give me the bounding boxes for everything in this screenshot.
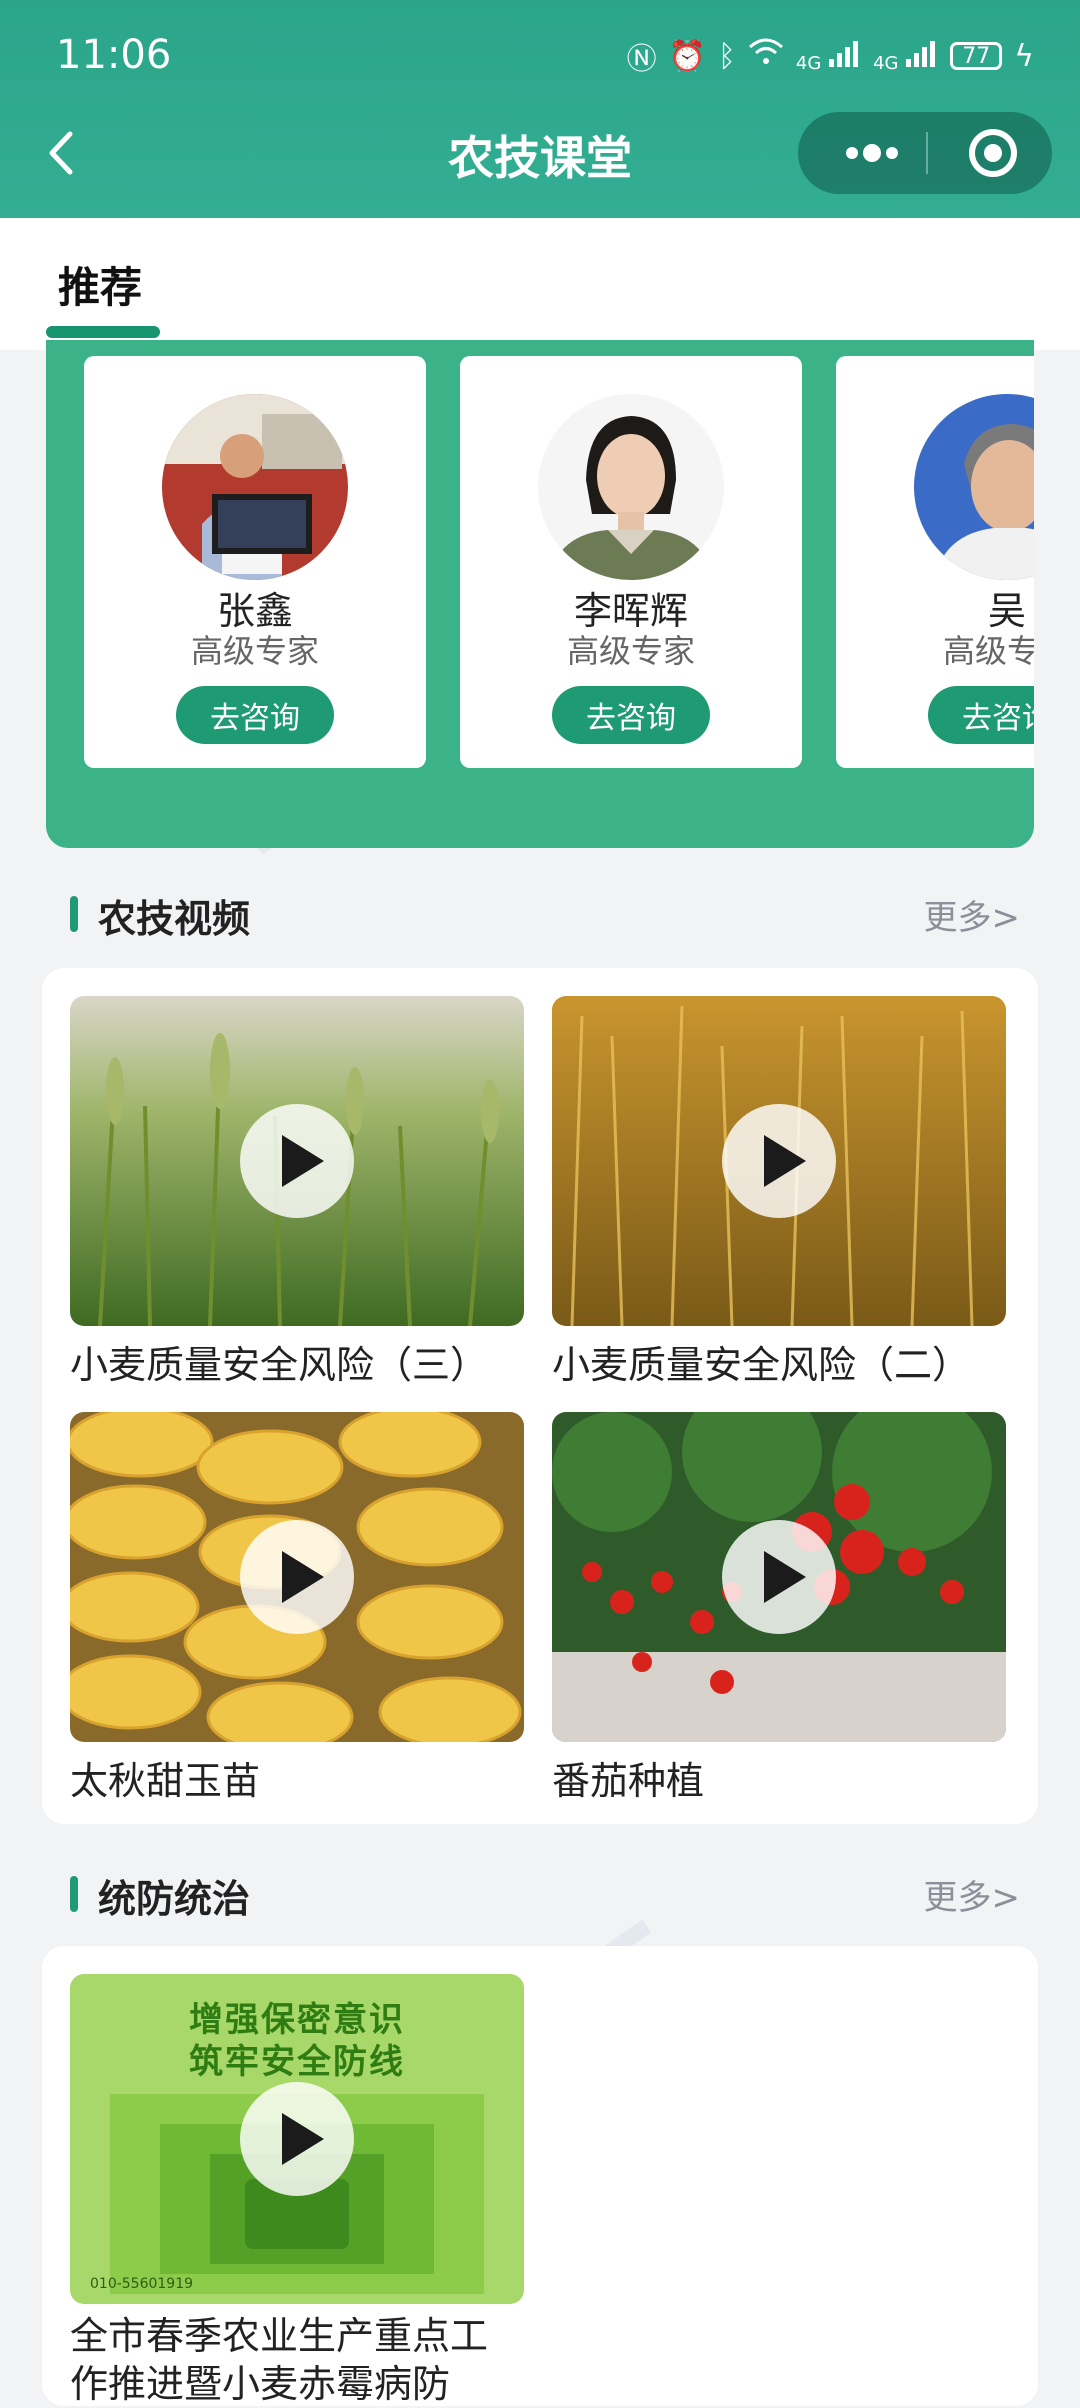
wifi-icon — [748, 37, 784, 75]
video-thumbnail — [552, 996, 1006, 1326]
video-card[interactable]: 增强保密意识 筑牢安全防线 010-55601919 全市春季农业生产重点工作推… — [70, 1974, 524, 2408]
more-link[interactable]: 更多> — [924, 890, 1021, 939]
play-icon — [240, 1104, 354, 1218]
status-time: 11:06 — [56, 32, 172, 78]
section-title: 农技视频 — [98, 897, 251, 941]
consult-button[interactable]: 去咨询 — [552, 686, 710, 744]
alarm-icon: ⏰ — [668, 38, 706, 74]
section-accent-bar — [70, 896, 78, 932]
more-link[interactable]: 更多> — [924, 1870, 1021, 1919]
play-icon — [722, 1104, 836, 1218]
expert-card[interactable]: 李晖辉 高级专家 去咨询 — [460, 356, 802, 768]
video-panel: 小麦质量安全风险（三） 小麦质量安全风险（二） 太秋甜玉苗 番茄种植 — [42, 968, 1038, 1824]
play-icon — [240, 2082, 354, 2196]
video-title: 全市春季农业生产重点工作推进暨小麦赤霉病防 — [70, 2314, 489, 2406]
avatar — [914, 394, 1034, 580]
app-header: 11:06 Ⓝ ⏰ ᛒ 4G 4G 77 ϟ 农技课堂 — [0, 0, 1080, 218]
nfc-icon: Ⓝ — [626, 42, 657, 77]
video-title: 太秋甜玉苗 — [70, 1759, 261, 1803]
poster-phone: 010-55601919 — [90, 2276, 194, 2292]
more-button[interactable] — [822, 112, 922, 194]
bluetooth-icon: ᛒ — [717, 38, 736, 74]
section-title: 统防统治 — [98, 1877, 251, 1921]
video-title: 小麦质量安全风险（三） — [70, 1343, 489, 1387]
expert-card[interactable]: 张鑫 高级专家 去咨询 — [84, 356, 426, 768]
tab-recommend[interactable]: 推荐 — [58, 254, 142, 315]
expert-carousel[interactable]: 张鑫 高级专家 去咨询 李晖辉 高级专家 去咨询 吴 高级专 去咨 — [46, 340, 1034, 848]
video-card[interactable]: 小麦质量安全风险（二） — [552, 996, 1006, 1389]
expert-card[interactable]: 吴 高级专家 去咨询 — [836, 356, 1034, 768]
expert-title: 高级专家 — [942, 632, 1034, 670]
video-title: 番茄种植 — [552, 1759, 705, 1803]
charging-icon: ϟ — [1014, 38, 1034, 74]
consult-button[interactable]: 去咨询 — [928, 686, 1034, 744]
signal-icon: 4G — [873, 39, 938, 74]
status-icons: Ⓝ ⏰ ᛒ 4G 4G 77 ϟ — [627, 34, 1034, 78]
control-video-panel: 增强保密意识 筑牢安全防线 010-55601919 全市春季农业生产重点工作推… — [42, 1946, 1038, 2406]
section-accent-bar — [70, 1876, 78, 1912]
video-title: 小麦质量安全风险（二） — [552, 1343, 971, 1387]
close-mini-program-button[interactable] — [948, 112, 1038, 194]
consult-button[interactable]: 去咨询 — [176, 686, 334, 744]
more-dots-icon — [846, 144, 898, 162]
expert-title: 高级专家 — [190, 632, 319, 670]
video-thumbnail: 增强保密意识 筑牢安全防线 010-55601919 — [70, 1974, 524, 2304]
tab-active-indicator — [46, 326, 160, 338]
play-icon — [240, 1520, 354, 1634]
video-card[interactable]: 太秋甜玉苗 — [70, 1412, 524, 1805]
capsule-divider — [926, 132, 928, 174]
expert-title: 高级专家 — [566, 632, 695, 670]
mini-program-capsule — [798, 112, 1052, 194]
signal-icon: 4G — [796, 39, 861, 74]
tab-bar: 推荐 — [0, 218, 1080, 350]
section-header-videos: 农技视频 更多> — [70, 884, 1030, 944]
video-thumbnail — [552, 1412, 1006, 1742]
video-card[interactable]: 番茄种植 — [552, 1412, 1006, 1805]
play-icon — [722, 1520, 836, 1634]
video-card[interactable]: 小麦质量安全风险（三） — [70, 996, 524, 1389]
video-thumbnail — [70, 1412, 524, 1742]
battery-icon: 77 — [950, 42, 1003, 70]
poster-subheadline: 筑牢安全防线 — [189, 2042, 405, 2082]
avatar — [538, 394, 724, 580]
avatar — [162, 394, 348, 580]
target-icon — [969, 129, 1017, 177]
section-header-control: 统防统治 更多> — [70, 1864, 1030, 1924]
video-thumbnail — [70, 996, 524, 1326]
